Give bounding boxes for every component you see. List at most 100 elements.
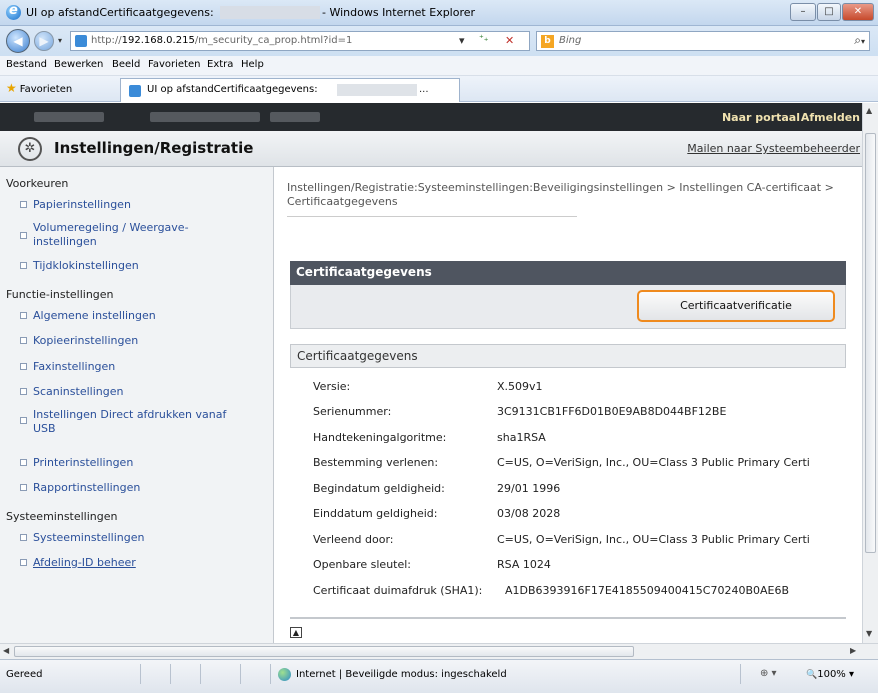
bullet-icon (20, 261, 27, 269)
close-button[interactable]: ✕ (842, 3, 874, 21)
minimize-button[interactable]: – (790, 3, 816, 21)
value-valid-from: 29/01 1996 (497, 482, 561, 495)
menu-favorieten[interactable]: Favorieten (148, 59, 200, 70)
page-title: Instellingen/Registratie (54, 139, 254, 157)
search-go-icon[interactable]: ⌕▾ (854, 33, 865, 48)
history-dropdown-icon[interactable]: ▾ (58, 36, 62, 45)
browser-tab[interactable]: UI op afstandCertificaatgegevens: ... (120, 78, 460, 102)
bullet-icon (20, 417, 27, 424)
zoom-level[interactable]: 🔍100% ▾ (806, 669, 854, 680)
forward-button[interactable]: ▶ (34, 31, 54, 51)
sidebar-section-systeem: Systeeminstellingen (6, 510, 118, 523)
favorites-bar: ★ Favorieten UI op afstandCertificaatgege… (0, 76, 878, 102)
menu-help[interactable]: Help (241, 59, 264, 70)
sidebar-item-rapport[interactable]: Rapportinstellingen (20, 481, 270, 495)
sidebar-item-usb[interactable]: Instellingen Direct afdrukken vanaf USB (20, 408, 270, 436)
sidebar-item-scan[interactable]: Scaninstellingen (20, 385, 270, 399)
device-topbar: Naar portaal Afmelden (0, 103, 862, 131)
vertical-scrollbar[interactable]: ▲ ▼ (862, 103, 878, 643)
window-title: UI op afstandCertificaatgegevens: (26, 6, 214, 19)
label-version: Versie: (313, 380, 351, 393)
tab-ellipsis: ... (419, 84, 429, 95)
bullet-icon (20, 362, 27, 370)
sidebar-item-algemene[interactable]: Algemene instellingen (20, 309, 270, 323)
menu-bar: Bestand Bewerken Beeld Favorieten Extra … (0, 56, 878, 76)
tab-title: UI op afstandCertificaatgegevens: (147, 84, 318, 95)
status-bar: Gereed Internet | Beveiligde modus: inge… (0, 659, 878, 693)
status-separator (200, 664, 201, 684)
mail-admin-link[interactable]: Mailen naar Systeembeheerder (687, 142, 860, 155)
scroll-left-icon[interactable]: ◀ (3, 646, 9, 655)
scroll-down-icon[interactable]: ▼ (866, 629, 872, 638)
status-separator (140, 664, 141, 684)
maximize-button[interactable]: □ (817, 3, 841, 21)
horizontal-scrollbar[interactable]: ◀ ▶ (0, 643, 878, 659)
status-separator (740, 664, 741, 684)
label-issued-by: Verleend door: (313, 533, 394, 546)
label-issued-to: Bestemming verlenen: (313, 456, 439, 469)
refresh-icon[interactable]: ⁺₊ (479, 34, 489, 44)
favorites-button[interactable]: ★ Favorieten (6, 81, 72, 95)
page-header: ✲ Instellingen/Registratie Mailen naar S… (0, 131, 862, 167)
logout-link[interactable]: Afmelden (801, 111, 860, 124)
page-top-icon[interactable]: ▲ (290, 627, 302, 638)
sidebar-item-fax[interactable]: Faxinstellingen (20, 360, 270, 374)
sidebar-item-volumeregeling[interactable]: Volumeregeling / Weergave-instellingen (20, 221, 270, 249)
sidebar-section-functie: Functie-instellingen (6, 288, 114, 301)
page-content: Naar portaal Afmelden ✲ Instellingen/Reg… (0, 103, 862, 643)
sidebar-item-tijdklokinstellingen[interactable]: Tijdklokinstellingen (20, 259, 270, 273)
tab-favicon-icon (129, 85, 141, 97)
address-input[interactable]: http://192.168.0.215/m_security_ca_prop.… (70, 31, 530, 51)
panel-actions: Certificaatverificatie (290, 285, 846, 329)
bullet-icon (20, 232, 27, 239)
search-input[interactable]: b Bing ⌕▾ (536, 31, 870, 51)
portal-link[interactable]: Naar portaal (722, 111, 800, 124)
details-title: Certificaatgegevens (297, 349, 418, 363)
label-serial: Serienummer: (313, 405, 392, 418)
url-dropdown-icon[interactable]: ▾ (459, 34, 465, 47)
menu-bewerken[interactable]: Bewerken (54, 59, 103, 70)
status-separator (270, 664, 271, 684)
bing-icon: b (541, 35, 554, 48)
certificate-verify-button[interactable]: Certificaatverificatie (637, 290, 835, 322)
main-panel: Instellingen/Registratie:Systeeminstelli… (275, 167, 862, 643)
menu-extra[interactable]: Extra (207, 59, 233, 70)
sidebar-item-papierinstellingen[interactable]: Papierinstellingen (20, 198, 270, 212)
vertical-scroll-thumb[interactable] (865, 133, 876, 553)
status-separator (170, 664, 171, 684)
security-zone-text[interactable]: Internet | Beveiligde modus: ingeschakel… (296, 669, 507, 680)
scroll-up-icon[interactable]: ▲ (866, 106, 872, 115)
address-toolbar: ◀ ▶ ▾ http://192.168.0.215/m_security_ca… (0, 26, 878, 56)
search-placeholder: Bing (559, 35, 582, 46)
details-header: Certificaatgegevens (290, 344, 846, 368)
bullet-icon (20, 533, 27, 541)
bullet-icon (20, 558, 27, 566)
breadcrumb-divider (287, 216, 577, 217)
sidebar-item-printer[interactable]: Printerinstellingen (20, 456, 270, 470)
scroll-right-icon[interactable]: ▶ (850, 646, 856, 655)
settings-gear-icon: ✲ (18, 137, 42, 161)
sidebar-item-afdeling[interactable]: Afdeling-ID beheer (20, 556, 270, 570)
sidebar: Voorkeuren Papierinstellingen Volumerege… (0, 167, 274, 643)
value-serial: 3C9131CB1FF6D01B0E9AB8D044BF12BE (497, 405, 727, 418)
window-titlebar: UI op afstandCertificaatgegevens: - Wind… (0, 0, 878, 26)
bullet-icon (20, 311, 27, 319)
label-valid-to: Einddatum geldigheid: (313, 507, 438, 520)
back-button[interactable]: ◀ (6, 29, 30, 53)
sidebar-item-systeeminstellingen[interactable]: Systeeminstellingen (20, 531, 270, 545)
url-text: http://192.168.0.215/m_security_ca_prop.… (91, 35, 353, 46)
menu-bestand[interactable]: Bestand (6, 59, 47, 70)
protected-mode-icon[interactable]: ⊕ ▾ (760, 668, 777, 679)
bullet-icon (20, 336, 27, 344)
redacted-device-model (150, 112, 260, 122)
sidebar-item-kopieer[interactable]: Kopieerinstellingen (20, 334, 270, 348)
bullet-icon (20, 387, 27, 395)
horizontal-scroll-thumb[interactable] (14, 646, 634, 657)
value-issued-to: C=US, O=VeriSign, Inc., OU=Class 3 Publi… (497, 456, 810, 469)
value-public-key: RSA 1024 (497, 558, 551, 571)
ie-logo-icon (6, 3, 21, 20)
stop-icon[interactable]: ✕ (505, 34, 514, 47)
status-text: Gereed (6, 669, 43, 680)
menu-beeld[interactable]: Beeld (112, 59, 140, 70)
label-signature-algorithm: Handtekeningalgoritme: (313, 431, 447, 444)
